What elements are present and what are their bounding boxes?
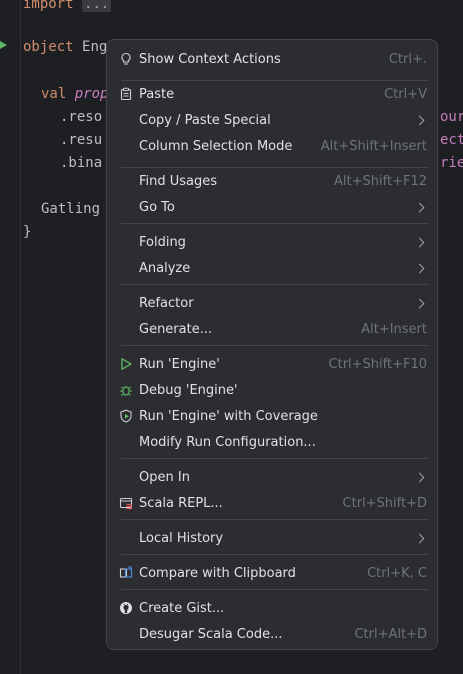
keyword-val: val	[41, 86, 67, 102]
menu-item-label: Local History	[139, 530, 224, 546]
menu-item-label: Go To	[139, 199, 175, 215]
menu-item-label: Scala REPL...	[139, 495, 223, 511]
coverage-shield-icon	[119, 409, 133, 423]
menu-item-open-in[interactable]: Open In	[112, 464, 432, 490]
menu-item-run-with-coverage[interactable]: Run 'Engine' with Coverage	[112, 403, 432, 429]
folded-imports[interactable]: ...	[82, 0, 112, 12]
code-line-object[interactable]: object Eng	[23, 38, 107, 56]
menu-item-label: Copy / Paste Special	[139, 112, 271, 128]
menu-item-label: Analyze	[139, 260, 191, 276]
menu-item-label: Debug 'Engine'	[139, 382, 238, 398]
chevron-right-icon	[414, 237, 425, 247]
menu-separator	[121, 554, 428, 555]
menu-item-shortcut: Ctrl+Shift+F10	[328, 356, 427, 372]
scala-console-icon	[119, 496, 133, 510]
code-fragment-right-3: rie	[440, 155, 463, 171]
menu-item-scala-repl[interactable]: Scala REPL... Ctrl+Shift+D	[112, 490, 432, 516]
lightbulb-icon	[119, 52, 133, 66]
menu-separator	[121, 589, 428, 590]
menu-item-folding[interactable]: Folding	[112, 229, 432, 255]
code-fragment: }	[23, 224, 32, 240]
chevron-right-icon	[414, 472, 425, 482]
menu-item-shortcut: Ctrl+.	[388, 51, 427, 67]
menu-item-generate[interactable]: Generate... Alt+Insert	[112, 316, 432, 342]
code-fragment: .bina	[60, 155, 103, 171]
menu-item-find-usages[interactable]: Find Usages Alt+Shift+F12	[112, 168, 432, 194]
menu-item-analyze[interactable]: Analyze	[112, 255, 432, 281]
menu-item-label: Desugar Scala Code...	[139, 626, 283, 642]
menu-item-modify-run-configuration[interactable]: Modify Run Configuration...	[112, 429, 432, 455]
menu-item-label: Column Selection Mode	[139, 138, 293, 154]
code-line-results[interactable]: .resu	[60, 131, 102, 149]
menu-item-shortcut: Ctrl+V	[384, 86, 427, 102]
run-gutter-icon[interactable]	[0, 41, 7, 49]
menu-item-compare-with-clipboard[interactable]: Compare with Clipboard Ctrl+K, C	[112, 560, 432, 586]
menu-item-label: Compare with Clipboard	[139, 565, 296, 581]
code-line-val[interactable]: val prop	[41, 85, 108, 103]
menu-item-run-engine[interactable]: Run 'Engine' Ctrl+Shift+F10	[112, 351, 432, 377]
chevron-right-icon	[414, 533, 425, 543]
code-fragment-right-1: our	[440, 109, 463, 125]
menu-item-label: Find Usages	[139, 173, 218, 189]
code-fragment-right-2: ect	[440, 132, 463, 148]
menu-item-label: Show Context Actions	[139, 51, 281, 67]
code-line-import[interactable]: import ...	[23, 0, 112, 13]
menu-item-label: Run 'Engine'	[139, 356, 220, 372]
menu-item-shortcut: Ctrl+Alt+D	[354, 626, 427, 642]
menu-separator	[121, 519, 428, 520]
menu-item-show-context-actions[interactable]: Show Context Actions Ctrl+.	[112, 46, 432, 72]
code-line-resources[interactable]: .reso	[60, 108, 102, 126]
code-fragment: .resu	[60, 132, 103, 148]
menu-item-paste[interactable]: Paste Ctrl+V	[112, 81, 432, 107]
menu-separator	[121, 284, 428, 285]
menu-item-label: Open In	[139, 469, 190, 485]
chevron-right-icon	[414, 263, 425, 273]
code-line-binaries[interactable]: .bina	[60, 154, 102, 172]
bug-icon	[119, 383, 133, 397]
menu-item-shortcut: Alt+Shift+F12	[334, 173, 427, 189]
keyword-import: import	[23, 0, 74, 12]
menu-item-copy-paste-special[interactable]: Copy / Paste Special	[112, 107, 432, 133]
menu-item-label: Paste	[139, 86, 175, 102]
menu-separator	[121, 458, 428, 459]
menu-item-shortcut: Alt+Insert	[361, 321, 427, 337]
menu-item-refactor[interactable]: Refactor	[112, 290, 432, 316]
compare-clipboard-icon	[119, 566, 133, 580]
menu-separator	[121, 345, 428, 346]
editor-gutter-divider	[20, 0, 21, 674]
code-fragment: .reso	[60, 109, 103, 125]
menu-item-create-gist[interactable]: Create Gist...	[112, 595, 432, 621]
keyword-object: object	[23, 39, 74, 55]
menu-item-label: Run 'Engine' with Coverage	[139, 408, 318, 424]
menu-item-label: Folding	[139, 234, 186, 250]
github-icon	[119, 601, 133, 615]
editor-context-menu: Show Context Actions Ctrl+. Paste Ctrl+V…	[106, 39, 438, 650]
menu-item-label: Generate...	[139, 321, 213, 337]
chevron-right-icon	[414, 202, 425, 212]
run-icon	[119, 357, 133, 371]
menu-item-debug-engine[interactable]: Debug 'Engine'	[112, 377, 432, 403]
menu-item-label: Modify Run Configuration...	[139, 434, 316, 450]
clipboard-icon	[119, 87, 133, 101]
menu-item-column-selection-mode[interactable]: Column Selection Mode Alt+Shift+Insert	[112, 133, 432, 159]
code-line-close-brace[interactable]: }	[23, 223, 31, 241]
menu-separator	[121, 223, 428, 224]
code-fragment: Gatling	[41, 201, 101, 217]
menu-item-go-to[interactable]: Go To	[112, 194, 432, 220]
menu-item-shortcut: Ctrl+K, C	[367, 565, 427, 581]
val-name: prop	[74, 86, 109, 102]
menu-item-shortcut: Alt+Shift+Insert	[320, 138, 427, 154]
object-name: Eng	[82, 39, 108, 55]
chevron-right-icon	[414, 298, 425, 308]
menu-item-label: Refactor	[139, 295, 194, 311]
menu-item-shortcut: Ctrl+Shift+D	[342, 495, 427, 511]
chevron-right-icon	[414, 115, 425, 125]
menu-item-label: Create Gist...	[139, 600, 225, 616]
menu-item-local-history[interactable]: Local History	[112, 525, 432, 551]
code-line-gatling[interactable]: Gatling	[41, 200, 100, 218]
menu-item-desugar-scala-code[interactable]: Desugar Scala Code... Ctrl+Alt+D	[112, 621, 432, 647]
